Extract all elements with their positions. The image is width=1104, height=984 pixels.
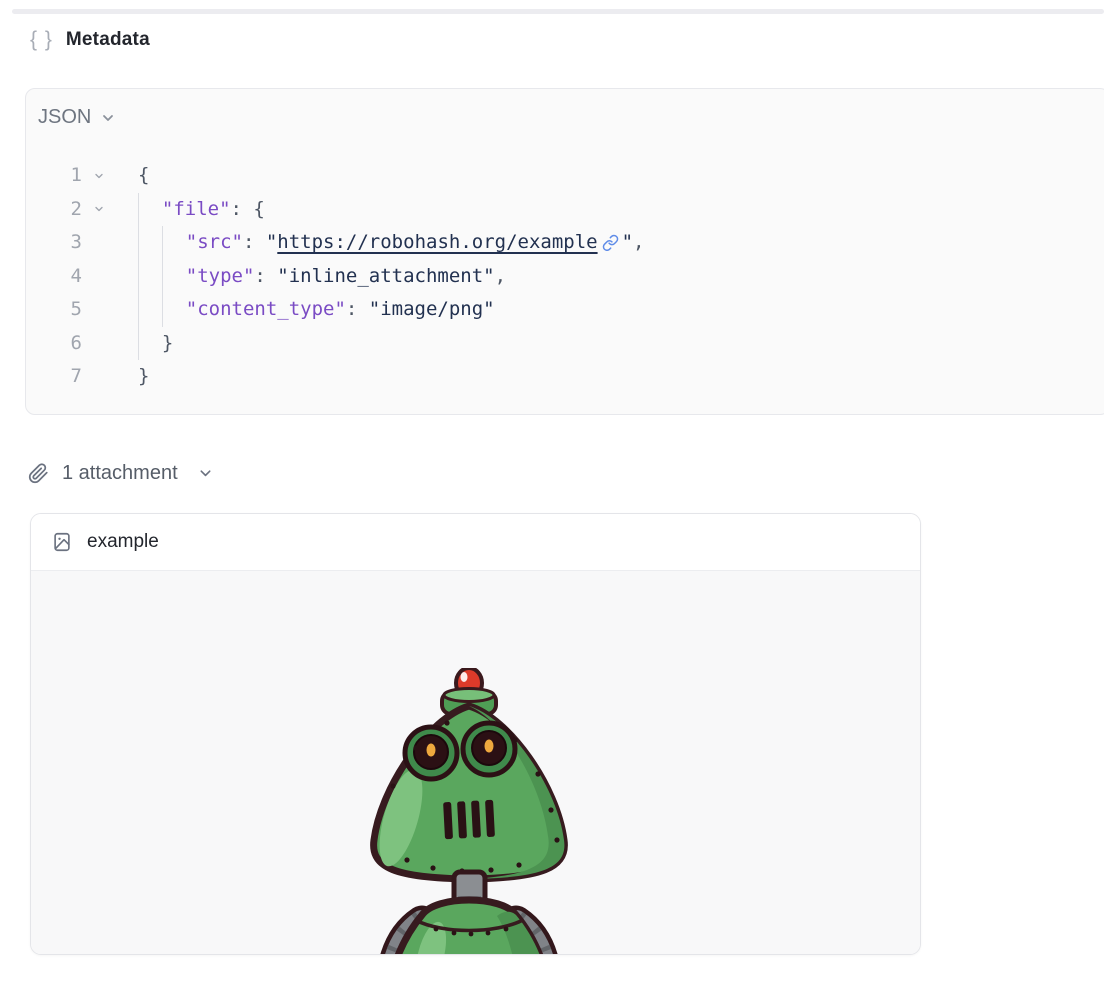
line-number: 7 xyxy=(56,360,82,394)
braces-icon: { } xyxy=(30,26,53,54)
code-token: { xyxy=(138,159,149,193)
attachments-summary-label: 1 attachment xyxy=(62,462,178,485)
attachment-card-header[interactable]: example xyxy=(31,514,920,571)
code-token: "src" xyxy=(186,226,243,260)
page: { } Metadata JSON 1 { 2 "file": { 3 "src… xyxy=(0,0,1104,984)
code-line-6: 6 } xyxy=(26,327,1104,361)
attachment-card: example xyxy=(30,513,921,955)
metadata-section-header: { } Metadata xyxy=(30,26,150,54)
code-token: " xyxy=(266,226,277,260)
src-url-link[interactable]: https://robohash.org/example xyxy=(277,226,597,260)
indent-guide xyxy=(138,260,162,294)
code-line-2: 2 "file": { xyxy=(26,193,1104,227)
chevron-down-icon xyxy=(100,110,116,126)
code-token: : xyxy=(346,293,369,327)
robot-image xyxy=(319,668,619,955)
code-line-7: 7 } xyxy=(26,360,1104,394)
line-number: 5 xyxy=(56,293,82,327)
code-token: , xyxy=(495,260,506,294)
line-number: 2 xyxy=(56,193,82,227)
code-line-3: 3 "src": "https://robohash.org/example", xyxy=(26,226,1104,260)
metadata-section-title: Metadata xyxy=(66,26,150,54)
code-token: "content_type" xyxy=(186,293,346,327)
indent-guide xyxy=(162,260,186,294)
external-link-icon[interactable] xyxy=(602,234,619,251)
fold-toggle-icon[interactable] xyxy=(91,193,107,227)
paperclip-icon xyxy=(28,463,49,484)
json-editor-panel: JSON 1 { 2 "file": { 3 "src": "https://r… xyxy=(25,88,1104,415)
code-token: "inline_attachment" xyxy=(277,260,494,294)
code-line-5: 5 "content_type": "image/png" xyxy=(26,293,1104,327)
code-block: 1 { 2 "file": { 3 "src": "https://roboha… xyxy=(26,159,1104,394)
code-token: "file" xyxy=(162,193,231,227)
indent-guide xyxy=(138,193,162,227)
line-number: 1 xyxy=(56,159,82,193)
code-token: : xyxy=(243,226,266,260)
indent-guide xyxy=(138,327,162,361)
section-divider xyxy=(12,9,1104,14)
code-token: "type" xyxy=(186,260,255,294)
code-token: " xyxy=(622,226,633,260)
indent-guide xyxy=(162,293,186,327)
line-number: 3 xyxy=(56,226,82,260)
chevron-down-icon xyxy=(198,466,213,481)
attachment-preview xyxy=(31,571,920,955)
language-selector-label: JSON xyxy=(38,106,91,129)
code-token: , xyxy=(633,226,644,260)
code-token: } xyxy=(162,327,173,361)
indent-guide xyxy=(138,226,162,260)
line-number: 4 xyxy=(56,260,82,294)
fold-toggle-icon[interactable] xyxy=(91,159,107,193)
code-token: } xyxy=(138,360,149,394)
indent-guide xyxy=(138,293,162,327)
code-token: : { xyxy=(231,193,265,227)
attachment-name: example xyxy=(87,531,159,553)
code-token: : xyxy=(254,260,277,294)
code-line-1: 1 { xyxy=(26,159,1104,193)
image-file-icon xyxy=(51,531,73,553)
language-selector[interactable]: JSON xyxy=(26,89,116,129)
attachments-toggle[interactable]: 1 attachment xyxy=(28,462,213,485)
code-token: "image/png" xyxy=(369,293,495,327)
indent-guide xyxy=(162,226,186,260)
code-line-4: 4 "type": "inline_attachment", xyxy=(26,260,1104,294)
line-number: 6 xyxy=(56,327,82,361)
